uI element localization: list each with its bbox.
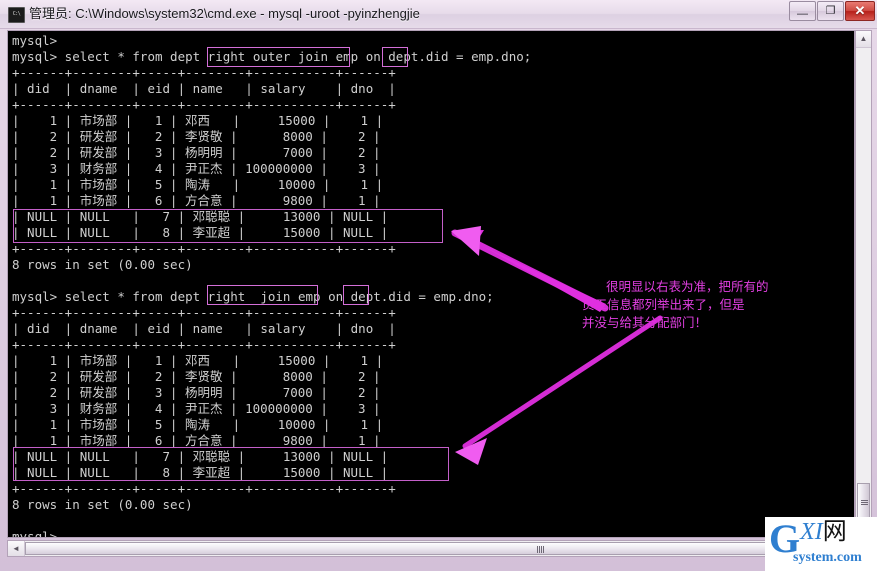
null-rows-box-2 [13, 447, 449, 481]
terminal-cjk-text: 方合意 [184, 433, 223, 448]
terminal-cjk-text: 方合意 [184, 193, 223, 208]
close-icon: ✕ [854, 3, 866, 18]
terminal-cjk-text: 市场部 [79, 113, 118, 128]
terminal-line: +------+--------+-----+--------+--------… [12, 337, 396, 352]
terminal-cjk-text: 市场部 [79, 433, 118, 448]
terminal-cjk-text: 尹正杰 [184, 401, 223, 416]
highlight-right-join [207, 285, 318, 305]
scroll-left-arrow-icon[interactable]: ◄ [8, 541, 25, 556]
terminal-cjk-text: 研发部 [79, 145, 118, 160]
terminal-line: | 1 | 市场部 | 5 | 陶涛 | 10000 | 1 | [12, 417, 384, 432]
terminal-cjk-text: 邓西 [184, 113, 210, 128]
terminal-line: | 2 | 研发部 | 3 | 杨明明 | 7000 | 2 | [12, 145, 381, 160]
highlight-on-keyword-1 [382, 47, 408, 67]
terminal-line: +------+--------+-----+--------+--------… [12, 65, 396, 80]
watermark: GXI网 system.com [765, 517, 877, 571]
terminal-cjk-text: 尹正杰 [184, 161, 223, 176]
highlight-on-keyword-2 [343, 285, 369, 305]
terminal-line: | 1 | 市场部 | 5 | 陶涛 | 10000 | 1 | [12, 177, 384, 192]
horizontal-scrollbar[interactable]: ◄ [7, 540, 877, 557]
terminal-line: | 1 | 市场部 | 1 | 邓西 | 15000 | 1 | [12, 353, 384, 368]
terminal-line: mysql> [12, 529, 58, 538]
watermark-xi: XI [800, 519, 823, 545]
terminal-cjk-text: 杨明明 [184, 385, 223, 400]
terminal-line: | 2 | 研发部 | 3 | 杨明明 | 7000 | 2 | [12, 385, 381, 400]
terminal-cjk-text: 邓西 [184, 353, 210, 368]
terminal-line: +------+--------+-----+--------+--------… [12, 97, 396, 112]
terminal-cjk-text: 研发部 [79, 369, 118, 384]
terminal-cjk-text: 财务部 [79, 401, 118, 416]
watermark-net: 网 [822, 517, 847, 545]
terminal-line: | 2 | 研发部 | 2 | 李贤敬 | 8000 | 2 | [12, 369, 381, 384]
terminal-cjk-text: 市场部 [79, 177, 118, 192]
scroll-up-arrow-icon[interactable]: ▲ [856, 31, 871, 48]
terminal-cjk-text: 市场部 [79, 353, 118, 368]
terminal-line: | 1 | 市场部 | 1 | 邓西 | 15000 | 1 | [12, 113, 384, 128]
terminal-cjk-text: 杨明明 [184, 145, 223, 160]
close-button[interactable]: ✕ [845, 1, 875, 21]
scrollbar-grip-icon [537, 546, 544, 553]
terminal-line: mysql> select * from dept right outer jo… [12, 49, 532, 64]
terminal-line: 8 rows in set (0.00 sec) [12, 257, 193, 272]
maximize-button[interactable]: ❐ [817, 1, 844, 21]
vertical-scrollbar[interactable]: ▲ [855, 30, 872, 538]
scrollbar-grip-icon [861, 500, 868, 505]
terminal-line: +------+--------+-----+--------+--------… [12, 481, 396, 496]
window-title: 管理员: C:\Windows\system32\cmd.exe - mysql… [29, 6, 420, 21]
maximize-icon: ❐ [825, 5, 836, 17]
watermark-domain: system.com [793, 550, 862, 565]
terminal-cjk-text: 市场部 [79, 193, 118, 208]
terminal-line: | 3 | 财务部 | 4 | 尹正杰 | 100000000 | 3 | [12, 401, 381, 416]
terminal-line: | 1 | 市场部 | 6 | 方合意 | 9800 | 1 | [12, 193, 381, 208]
terminal-cjk-text: 李贤敬 [184, 369, 223, 384]
terminal-line: | 2 | 研发部 | 2 | 李贤敬 | 8000 | 2 | [12, 129, 381, 144]
highlight-right-outer-join [207, 47, 350, 67]
vertical-scrollbar-thumb[interactable] [857, 483, 870, 521]
terminal-line: +------+--------+-----+--------+--------… [12, 241, 396, 256]
minimize-button[interactable]: — [789, 1, 816, 21]
terminal-cjk-text: 财务部 [79, 161, 118, 176]
annotation-note: 很明显以右表为准，把所有的 员工信息都列举出来了，但是 并没与给其分配部门！ [582, 278, 769, 332]
cmd-icon: C:\ [8, 7, 25, 23]
terminal-cjk-text: 研发部 [79, 129, 118, 144]
annotation-line-2: 员工信息都列举出来了，但是 [582, 297, 745, 312]
console-window: C:\ 管理员: C:\Windows\system32\cmd.exe - m… [0, 0, 877, 571]
terminal-line: | did | dname | eid | name | salary | dn… [12, 81, 396, 96]
terminal-line: mysql> [12, 33, 58, 48]
terminal-cjk-text: 陶涛 [184, 177, 210, 192]
terminal-cjk-text: 研发部 [79, 385, 118, 400]
minimize-icon: — [797, 8, 808, 20]
annotation-line-1: 很明显以右表为准，把所有的 [606, 279, 769, 294]
title-bar: C:\ 管理员: C:\Windows\system32\cmd.exe - m… [0, 0, 877, 29]
terminal-cjk-text: 李贤敬 [184, 129, 223, 144]
terminal-cjk-text: 陶涛 [184, 417, 210, 432]
null-rows-box-1 [13, 209, 443, 243]
terminal-cjk-text: 市场部 [79, 417, 118, 432]
annotation-line-3: 并没与给其分配部门！ [582, 315, 708, 330]
terminal-line: | 3 | 财务部 | 4 | 尹正杰 | 100000000 | 3 | [12, 161, 381, 176]
horizontal-scrollbar-thumb[interactable] [25, 542, 877, 555]
terminal-line: 8 rows in set (0.00 sec) [12, 497, 193, 512]
